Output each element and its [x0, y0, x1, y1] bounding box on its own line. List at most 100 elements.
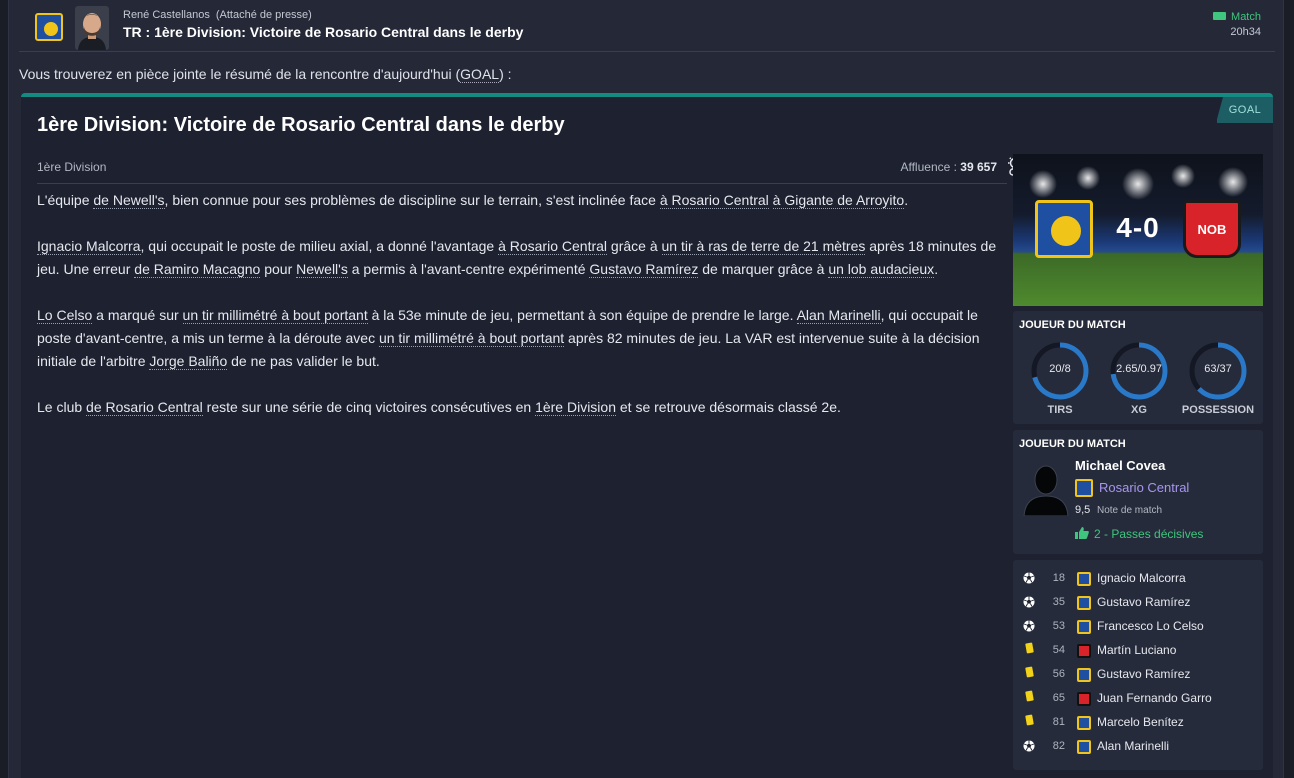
player-link[interactable]: Alan Marinelli [796, 307, 881, 324]
event-player[interactable]: Ignacio Malcorra [1097, 571, 1186, 585]
yellow-card-icon [1025, 714, 1034, 726]
event-row[interactable]: 35 Gustavo Ramírez [1013, 592, 1263, 616]
club-link[interactable]: de Newell's [93, 192, 165, 209]
article-paragraph-2: Ignacio Malcorra, qui occupait le poste … [37, 238, 997, 278]
event-minute: 56 [1052, 668, 1065, 680]
intro-after: ) : [499, 66, 512, 82]
stat-xg: 2.65/0.97 [1109, 341, 1169, 401]
stat-value: 20/8 [1049, 363, 1071, 375]
goal-link[interactable]: un tir millimétré à bout portant [378, 330, 565, 347]
stat-label: POSSESSION [1181, 404, 1255, 416]
event-minute: 53 [1052, 620, 1065, 632]
club-badge-icon [35, 13, 63, 41]
message-subject: TR : 1ère Division: Victoire de Rosario … [123, 24, 524, 40]
scoreboard[interactable]: 4-0 NOB [1013, 154, 1263, 306]
goal-attachment-link[interactable]: GOAL [460, 66, 500, 83]
club-badge-icon [1077, 692, 1091, 706]
referee-link[interactable]: Jorge Baliño [149, 353, 228, 370]
club-link[interactable]: à Rosario Central [659, 192, 769, 209]
event-row[interactable]: 53 Francesco Lo Celso [1013, 616, 1263, 640]
event-player[interactable]: Francesco Lo Celso [1097, 619, 1204, 633]
club-badge-icon [1077, 596, 1091, 610]
event-player[interactable]: Marcelo Benítez [1097, 715, 1184, 729]
match-events-panel: 18 Ignacio Malcorra 35 Gustavo Ramírez 53 Fra… [1013, 560, 1263, 770]
thumbs-up-icon [1075, 527, 1089, 539]
potm-name[interactable]: Michael Covea [1075, 458, 1165, 473]
event-minute: 82 [1052, 740, 1065, 752]
stat-value: 2.65/0.97 [1116, 363, 1162, 375]
event-row[interactable]: 56 Gustavo Ramírez [1013, 664, 1263, 688]
player-link[interactable]: Lo Celso [37, 307, 93, 324]
stats-title: JOUEUR DU MATCH [1019, 319, 1126, 331]
club-link[interactable]: de Rosario Central [86, 399, 203, 416]
player-link[interactable]: de Ramiro Macagno [134, 261, 261, 278]
event-minute: 54 [1052, 644, 1065, 656]
goal-link[interactable]: un tir millimétré à bout portant [182, 307, 368, 324]
sender-line: René Castellanos (Attaché de presse) [123, 9, 312, 21]
event-row[interactable]: 82 Alan Marinelli [1013, 736, 1263, 760]
player-link[interactable]: Gustavo Ramírez [589, 261, 699, 278]
potm-rating-label: Note de match [1097, 505, 1163, 516]
football-icon [1023, 572, 1035, 584]
event-player[interactable]: Juan Fernando Garro [1097, 691, 1212, 705]
club-link[interactable]: Newell's [296, 261, 348, 278]
event-row[interactable]: 18 Ignacio Malcorra [1013, 568, 1263, 592]
event-row[interactable]: 81 Marcelo Benítez [1013, 712, 1263, 736]
event-row[interactable]: 65 Juan Fernando Garro [1013, 688, 1263, 712]
club-badge-icon [1077, 668, 1091, 682]
assists-text: 2 - Passes décisives [1094, 527, 1204, 541]
potm-club[interactable]: Rosario Central [1099, 480, 1189, 495]
attendance: Affluence : 39 657 [900, 160, 997, 174]
stat-value: 63/37 [1204, 363, 1232, 375]
tag-icon [1213, 12, 1227, 20]
article-paragraph-1: L'équipe de Newell's, bien connue pour s… [37, 192, 909, 209]
competition-link[interactable]: 1ère Division [535, 399, 616, 416]
player-silhouette-icon[interactable] [1021, 460, 1071, 516]
stat-tirs: 20/8 [1030, 341, 1090, 401]
club-badge-icon [1077, 740, 1091, 754]
sender-name[interactable]: René Castellanos [123, 9, 210, 21]
message-window: René Castellanos (Attaché de presse) TR :… [8, 0, 1284, 778]
category-label: Match [1231, 11, 1261, 23]
potm-rating: 9,5 [1075, 504, 1091, 516]
intro-text: Vous trouverez en pièce jointe le résumé… [19, 66, 512, 83]
goal-link[interactable]: un tir à ras de terre de 21 mètres [661, 238, 866, 255]
stadium-link[interactable]: à Gigante de Arroyito [772, 192, 905, 209]
club-badge-icon [1077, 644, 1091, 658]
message-header: René Castellanos (Attaché de presse) TR :… [19, 0, 1275, 52]
sender-avatar[interactable] [75, 6, 109, 50]
news-headline: 1ère Division: Victoire de Rosario Centr… [37, 114, 565, 136]
club-badge-icon [1077, 716, 1091, 730]
away-team-badge[interactable]: NOB [1183, 200, 1241, 258]
club-badge-icon [1077, 620, 1091, 634]
intro-before: Vous trouverez en pièce jointe le résumé… [19, 66, 461, 82]
article-body: L'équipe de Newell's, bien connue pour s… [37, 189, 1007, 442]
goal-link[interactable]: un lob audacieux [828, 261, 935, 278]
club-link[interactable]: à Rosario Central [498, 238, 608, 255]
event-player[interactable]: Martín Luciano [1097, 643, 1176, 657]
stat-possession: 63/37 [1188, 341, 1248, 401]
event-minute: 65 [1052, 692, 1065, 704]
goal-badge: GOAL [1217, 97, 1273, 123]
competition-link[interactable]: 1ère Division [37, 160, 106, 174]
player-link[interactable]: Ignacio Malcorra [37, 238, 141, 255]
event-row[interactable]: 54 Martín Luciano [1013, 640, 1263, 664]
event-minute: 18 [1052, 572, 1065, 584]
potm-title: JOUEUR DU MATCH [1019, 438, 1126, 450]
event-player[interactable]: Alan Marinelli [1097, 739, 1169, 753]
news-card: GOAL 1ère Division: Victoire de Rosario … [21, 93, 1273, 778]
match-stats-panel: JOUEUR DU MATCH 20/8 TIRS 2.65/0.97 XG 63/37… [1013, 311, 1263, 424]
message-time: 20h34 [1230, 26, 1261, 38]
event-player[interactable]: Gustavo Ramírez [1097, 595, 1190, 609]
attendance-label: Affluence : [900, 160, 957, 174]
football-icon [1023, 620, 1035, 632]
attendance-value: 39 657 [960, 160, 997, 174]
sender-role: (Attaché de presse) [215, 9, 312, 21]
divider [37, 183, 1007, 184]
football-icon [1023, 596, 1035, 608]
club-badge-icon [1077, 572, 1091, 586]
player-of-match-panel: JOUEUR DU MATCH Michael Covea Rosario Ce… [1013, 430, 1263, 554]
yellow-card-icon [1025, 642, 1034, 654]
football-icon [1023, 740, 1035, 752]
event-player[interactable]: Gustavo Ramírez [1097, 667, 1190, 681]
